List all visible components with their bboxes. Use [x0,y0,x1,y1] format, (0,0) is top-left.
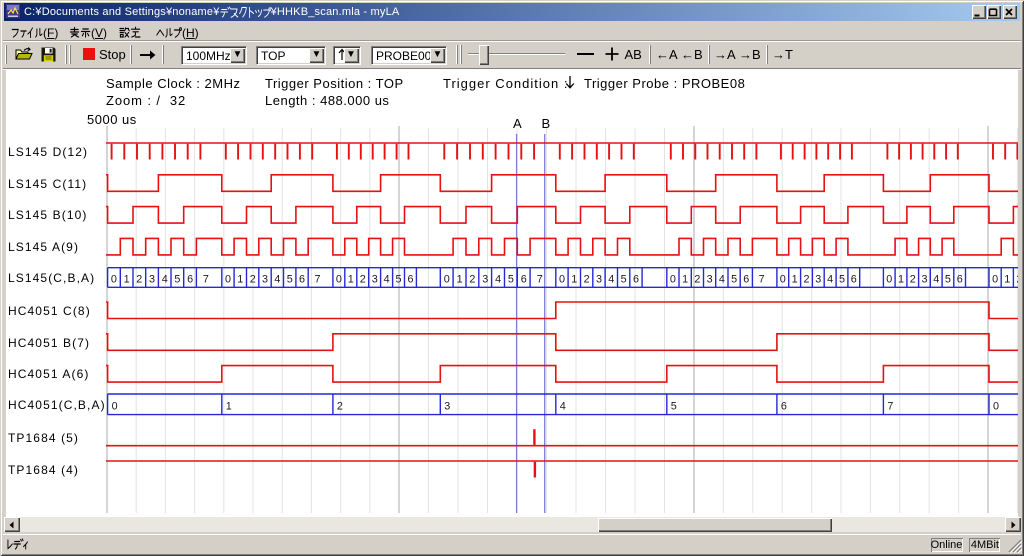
svg-text:0: 0 [336,274,342,286]
svg-text:6: 6 [633,274,639,286]
svg-text:4: 4 [384,274,390,286]
svg-text:0: 0 [992,274,998,286]
svg-text:1: 1 [1004,274,1010,286]
svg-text:5: 5 [945,274,951,286]
svg-text:1: 1 [682,274,688,286]
svg-text:0: 0 [993,401,999,413]
svg-text:4: 4 [495,274,501,286]
svg-text:2: 2 [694,274,700,286]
svg-text:7: 7 [203,274,209,286]
svg-text:4: 4 [274,274,280,286]
svg-text:3: 3 [815,274,821,286]
svg-text:0: 0 [886,274,892,286]
svg-text:6: 6 [851,274,857,286]
svg-text:5: 5 [508,274,514,286]
svg-text:1: 1 [792,274,798,286]
svg-text:2: 2 [1016,274,1018,286]
svg-text:3: 3 [707,274,713,286]
svg-text:4: 4 [827,274,833,286]
svg-text:0: 0 [111,274,117,286]
svg-text:5: 5 [839,274,845,286]
svg-text:6: 6 [299,274,305,286]
svg-text:3: 3 [372,274,378,286]
svg-text:3: 3 [921,274,927,286]
svg-text:5: 5 [671,401,677,413]
svg-text:5: 5 [287,274,293,286]
svg-text:3: 3 [262,274,268,286]
svg-text:1: 1 [237,274,243,286]
svg-text:6: 6 [187,274,193,286]
svg-text:6: 6 [743,274,749,286]
svg-text:1: 1 [898,274,904,286]
svg-text:7: 7 [537,274,543,286]
svg-text:0: 0 [225,274,231,286]
svg-text:2: 2 [360,274,366,286]
svg-text:1: 1 [348,274,354,286]
svg-text:3: 3 [444,401,450,413]
svg-text:4: 4 [719,274,725,286]
svg-text:6: 6 [781,401,787,413]
svg-text:1: 1 [226,401,232,413]
svg-text:7: 7 [887,401,893,413]
svg-text:0: 0 [780,274,786,286]
svg-text:2: 2 [337,401,343,413]
svg-text:2: 2 [136,274,142,286]
svg-text:6: 6 [407,274,413,286]
svg-text:6: 6 [521,274,527,286]
svg-text:2: 2 [803,274,809,286]
svg-text:4: 4 [933,274,939,286]
svg-text:2: 2 [910,274,916,286]
svg-text:5: 5 [174,274,180,286]
svg-text:1: 1 [457,274,463,286]
svg-text:4: 4 [162,274,168,286]
svg-text:2: 2 [469,274,475,286]
svg-text:3: 3 [149,274,155,286]
svg-text:0: 0 [444,274,450,286]
svg-text:5: 5 [731,274,737,286]
svg-text:6: 6 [957,274,963,286]
svg-text:3: 3 [596,274,602,286]
svg-text:3: 3 [482,274,488,286]
svg-text:0: 0 [670,274,676,286]
svg-text:5: 5 [621,274,627,286]
svg-text:0: 0 [112,401,118,413]
svg-text:7: 7 [314,274,320,286]
svg-text:1: 1 [124,274,130,286]
svg-text:2: 2 [250,274,256,286]
svg-text:4: 4 [560,401,566,413]
svg-text:1: 1 [571,274,577,286]
svg-text:0: 0 [559,274,565,286]
svg-text:2: 2 [584,274,590,286]
svg-text:4: 4 [608,274,614,286]
svg-text:5: 5 [395,274,401,286]
svg-text:7: 7 [759,274,765,286]
